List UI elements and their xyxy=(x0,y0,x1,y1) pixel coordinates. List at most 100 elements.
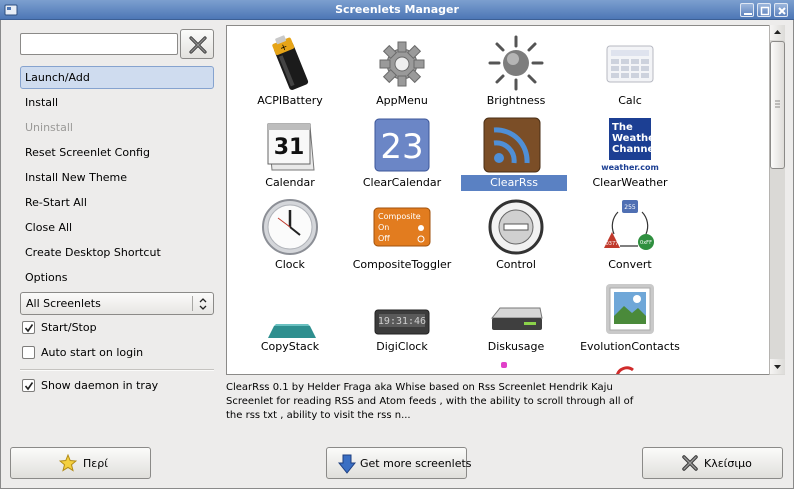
auto-start-checkbox[interactable] xyxy=(22,346,35,359)
screenlet-label: ClearWeather xyxy=(592,176,668,189)
screenlet-compositetoggler[interactable]: Composite On Off CompositeToggler xyxy=(347,194,457,276)
battery-icon: + xyxy=(272,35,309,90)
menu-options[interactable]: Options xyxy=(20,266,214,289)
screenlet-calendar[interactable]: 31 Calendar xyxy=(235,112,345,194)
convert-dec: 255 xyxy=(624,204,636,211)
screenlet-clock[interactable]: Clock xyxy=(235,194,345,276)
screenlet-calc[interactable]: Calc xyxy=(575,30,685,112)
screenlet-clearrss[interactable]: ClearRss xyxy=(457,112,567,194)
minimize-icon xyxy=(744,13,752,15)
menu-install-theme[interactable]: Install New Theme xyxy=(20,166,214,189)
screenlet-label: Diskusage xyxy=(487,340,545,353)
partial-icon xyxy=(616,366,634,374)
close-icon xyxy=(778,7,786,15)
checkmark-icon xyxy=(24,324,34,333)
screenlet-label: EvolutionContacts xyxy=(580,340,680,353)
download-arrow-icon xyxy=(338,454,356,474)
digital-time: 19:31:46 xyxy=(378,316,426,327)
updown-arrows-icon xyxy=(199,298,207,310)
clear-calendar-day-text: 23 xyxy=(380,127,423,167)
maximize-icon xyxy=(760,6,770,16)
checkmark-icon xyxy=(24,382,34,391)
sun-icon xyxy=(488,35,544,91)
screenlet-clearweather[interactable]: The Weather Channel weather.com ClearWea… xyxy=(575,112,685,194)
auto-start-label: Auto start on login xyxy=(41,346,144,359)
screenlet-diskusage[interactable]: Diskusage xyxy=(461,276,571,358)
title-bar[interactable]: Screenlets Manager xyxy=(0,0,794,20)
scroll-down-button[interactable] xyxy=(770,359,785,374)
filter-value: All Screenlets xyxy=(26,297,101,310)
calendar-day-text: 31 xyxy=(274,135,305,160)
screenlet-label: Brightness xyxy=(486,94,546,107)
start-stop-checkbox[interactable] xyxy=(22,321,35,334)
copystack-icon xyxy=(268,324,316,338)
clock-icon xyxy=(262,199,318,255)
weather-channel-icon: The Weather Channel weather.com xyxy=(601,118,660,172)
start-stop-label: Start/Stop xyxy=(41,321,97,334)
left-separator xyxy=(20,369,214,371)
daemon-tray-checkbox[interactable] xyxy=(22,379,35,392)
close-button[interactable]: Κλείσιμο xyxy=(642,447,783,479)
weather-text-3: Channel xyxy=(612,144,658,155)
screenlet-convert[interactable]: 255 0377 0xFF Convert xyxy=(575,194,685,276)
scroll-up-button[interactable] xyxy=(770,25,785,40)
arrow-up-icon xyxy=(774,30,781,34)
about-button[interactable]: Περί xyxy=(10,447,151,479)
composite-title: Composite xyxy=(378,212,421,221)
screenlet-clearcalendar[interactable]: 23 ClearCalendar xyxy=(347,112,457,194)
menu-install[interactable]: Install xyxy=(20,91,214,114)
screenlet-label: Calendar xyxy=(265,176,315,189)
screenlet-label: Convert xyxy=(608,258,652,271)
screenlet-filter-select[interactable]: All Screenlets xyxy=(20,292,214,315)
weather-text-2: Weather xyxy=(612,133,660,144)
close-label: Κλείσιμο xyxy=(704,457,752,470)
menu-restart-all[interactable]: Re-Start All xyxy=(20,191,214,214)
about-label: Περί xyxy=(83,457,108,470)
screenlet-label: CopyStack xyxy=(260,340,320,353)
gear-icon xyxy=(379,41,425,87)
screenlet-label: ClearCalendar xyxy=(362,176,442,189)
composite-off: Off xyxy=(378,234,390,243)
get-more-screenlets-button[interactable]: Get more screenlets xyxy=(326,447,472,479)
menu-uninstall[interactable]: Uninstall xyxy=(20,116,214,139)
menu-launch-add[interactable]: Launch/Add xyxy=(20,66,214,89)
screenlet-acpibattery[interactable]: + ACPIBattery xyxy=(235,30,345,112)
screenlet-label: ClearRss xyxy=(461,175,567,191)
minimize-button[interactable] xyxy=(740,3,754,17)
grid-scrollbar[interactable] xyxy=(769,25,785,375)
screenlet-appmenu[interactable]: AppMenu xyxy=(347,30,457,112)
calendar-icon: 31 xyxy=(267,123,315,171)
screenlet-grid[interactable]: + ACPIBattery AppMenu Brightness Calc 31… xyxy=(226,25,785,375)
screenlet-label: Calc xyxy=(618,94,642,107)
star-icon xyxy=(59,454,77,472)
screenlet-description: ClearRss 0.1 by Helder Fraga aka Whise b… xyxy=(226,382,634,421)
weather-text-1: The xyxy=(612,122,633,133)
control-icon xyxy=(488,199,544,255)
convert-hex: 0xFF xyxy=(640,240,652,246)
menu-reset-config[interactable]: Reset Screenlet Config xyxy=(20,141,214,164)
screenlet-control[interactable]: Control xyxy=(461,194,571,276)
menu-close-all[interactable]: Close All xyxy=(20,216,214,239)
clear-search-button[interactable] xyxy=(180,29,214,59)
daemon-tray-label: Show daemon in tray xyxy=(41,379,159,392)
maximize-button[interactable] xyxy=(757,3,771,17)
search-input[interactable] xyxy=(20,33,178,55)
rss-icon xyxy=(483,117,541,173)
grip-icon xyxy=(775,100,780,108)
get-more-label: Get more screenlets xyxy=(360,457,472,470)
scroll-thumb[interactable] xyxy=(770,41,785,169)
screenlet-evolutioncontacts[interactable]: EvolutionContacts xyxy=(575,276,685,358)
calculator-icon xyxy=(606,45,654,83)
composite-on: On xyxy=(378,223,389,232)
close-window-button[interactable] xyxy=(774,3,788,17)
composite-toggler-icon: Composite On Off xyxy=(373,207,431,247)
screenlet-digiclock[interactable]: 19:31:46 DigiClock xyxy=(347,276,457,358)
clear-calendar-icon: 23 xyxy=(374,118,430,172)
menu-desktop-shortcut[interactable]: Create Desktop Shortcut xyxy=(20,241,214,264)
select-separator xyxy=(192,296,193,311)
arrow-down-icon xyxy=(774,365,781,369)
weather-text-4: weather.com xyxy=(601,163,659,172)
screenlet-brightness[interactable]: Brightness xyxy=(461,30,571,112)
screenlet-label: CompositeToggler xyxy=(352,258,452,271)
screenlet-copystack[interactable]: CopyStack xyxy=(235,276,345,358)
